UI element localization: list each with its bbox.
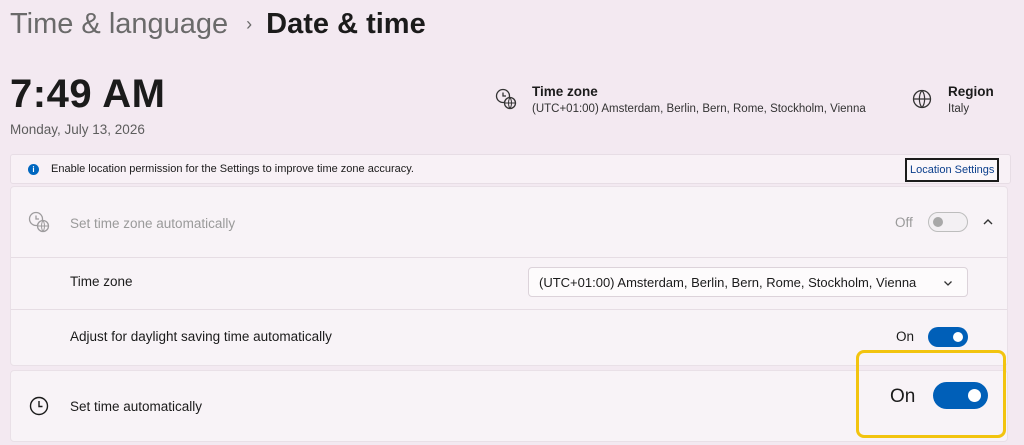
toggle-knob xyxy=(953,332,963,342)
auto-timezone-state: Off xyxy=(895,215,913,230)
set-time-auto-label: Set time automatically xyxy=(70,399,203,414)
timezone-select-label: Time zone xyxy=(70,274,133,289)
auto-timezone-row[interactable]: Set time zone automatically Off xyxy=(11,187,1007,258)
location-settings-link[interactable]: Location Settings xyxy=(905,158,1000,182)
info-icon: i xyxy=(28,164,39,175)
auto-timezone-label: Set time zone automatically xyxy=(70,216,236,231)
globe-icon xyxy=(912,89,932,109)
region-title: Region xyxy=(948,84,994,99)
timezone-dropdown-value: (UTC+01:00) Amsterdam, Berlin, Bern, Rom… xyxy=(539,275,917,290)
banner-text: Enable location permission for the Setti… xyxy=(51,163,414,175)
daylight-saving-label: Adjust for daylight saving time automati… xyxy=(70,329,332,344)
timezone-value: (UTC+01:00) Amsterdam, Berlin, Bern, Rom… xyxy=(532,103,866,115)
timezone-dropdown[interactable]: (UTC+01:00) Amsterdam, Berlin, Bern, Rom… xyxy=(528,267,968,297)
globe-clock-icon xyxy=(28,211,50,233)
location-permission-banner: i Enable location permission for the Set… xyxy=(10,154,1011,184)
timezone-select-row: Time zone (UTC+01:00) Amsterdam, Berlin,… xyxy=(11,257,1007,310)
daylight-saving-toggle[interactable] xyxy=(928,327,968,347)
set-time-auto-toggle[interactable] xyxy=(933,382,988,409)
chevron-up-icon[interactable] xyxy=(982,216,994,228)
breadcrumb-chevron-icon: › xyxy=(246,14,253,34)
set-time-auto-state: On xyxy=(890,386,916,407)
breadcrumb: Time & language › Date & time xyxy=(10,8,426,41)
chevron-down-icon xyxy=(944,281,952,286)
timezone-settings-group: Set time zone automatically Off Time zon… xyxy=(10,186,1008,366)
auto-timezone-toggle[interactable] xyxy=(928,212,968,232)
daylight-saving-state: On xyxy=(896,329,915,344)
region-value: Italy xyxy=(948,103,970,115)
current-time: 7:49 AM xyxy=(10,72,166,116)
timezone-title: Time zone xyxy=(532,84,598,99)
toggle-knob xyxy=(933,217,943,227)
globe-clock-icon xyxy=(495,88,517,110)
toggle-knob xyxy=(968,389,981,402)
current-date: Monday, July 13, 2026 xyxy=(10,122,145,137)
breadcrumb-parent[interactable]: Time & language xyxy=(10,8,228,41)
page-title: Date & time xyxy=(266,8,426,40)
clock-icon xyxy=(29,396,49,416)
